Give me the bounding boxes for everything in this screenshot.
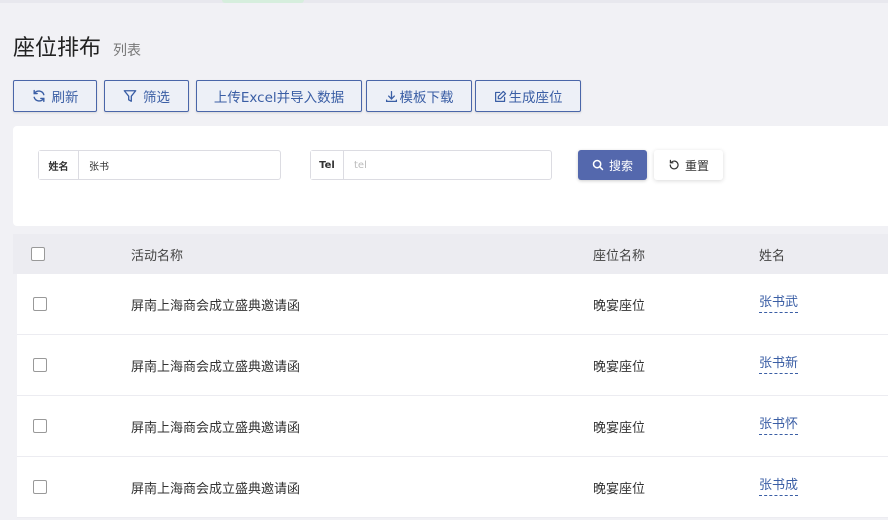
row-seat: 晚宴座位 [593, 298, 646, 314]
search-button-label: 搜索 [608, 158, 633, 173]
refresh-icon [32, 89, 45, 103]
row-checkbox-cell [33, 396, 47, 456]
row-activity: 屏南上海商会成立盛典邀请函 [131, 481, 301, 497]
row-seat: 晚宴座位 [593, 481, 646, 497]
reset-icon [669, 159, 679, 170]
seat-table: 活动名称 座位名称 姓名 屏南上海商会成立盛典邀请函 晚宴座位 张书武 屏南上海… [13, 234, 888, 518]
row-checkbox[interactable] [33, 419, 47, 433]
row-checkbox-cell [33, 274, 47, 334]
header-name: 姓名 [759, 248, 786, 264]
row-seat: 晚宴座位 [593, 359, 646, 375]
table-row: 屏南上海商会成立盛典邀请函 晚宴座位 张书怀 [17, 396, 888, 457]
tel-field-label: Tel [311, 151, 344, 179]
page-header: 座位排布 列表 [13, 30, 141, 62]
template-download-button-label: 模板下载 [399, 90, 454, 106]
select-all-checkbox[interactable] [31, 247, 45, 261]
filter-button-label: 筛选 [143, 90, 170, 106]
reset-button-label: 重置 [684, 158, 709, 173]
table-row: 屏南上海商会成立盛典邀请函 晚宴座位 张书成 [17, 457, 888, 518]
refresh-button[interactable]: 刷新 [13, 80, 97, 112]
template-download-button[interactable]: 模板下载 [366, 80, 472, 112]
search-button[interactable]: 搜索 [578, 150, 647, 180]
table-row: 屏南上海商会成立盛典邀请函 晚宴座位 张书新 [17, 335, 888, 396]
filter-icon [123, 90, 137, 102]
row-activity: 屏南上海商会成立盛典邀请函 [131, 359, 301, 375]
generate-seat-button[interactable]: 生成座位 [475, 80, 581, 112]
row-name-cell: 张书怀 [759, 396, 799, 456]
page-subtitle: 列表 [113, 43, 142, 59]
name-field-label: 姓名 [39, 151, 79, 179]
row-name-link[interactable]: 张书武 [759, 295, 799, 313]
search-panel: 姓名 Tel 搜索 重置 [13, 126, 888, 226]
table-header: 活动名称 座位名称 姓名 [13, 234, 888, 274]
row-name-cell: 张书成 [759, 457, 799, 517]
row-name-cell: 张书武 [759, 274, 799, 334]
page-title: 座位排布 [13, 36, 102, 61]
row-name-cell: 张书新 [759, 335, 799, 395]
name-input[interactable] [79, 151, 280, 179]
row-seat: 晚宴座位 [593, 420, 646, 436]
table-row: 屏南上海商会成立盛典邀请函 晚宴座位 张书武 [17, 274, 888, 335]
row-checkbox-cell [33, 335, 47, 395]
edit-icon [494, 90, 506, 102]
header-checkbox-cell [31, 234, 45, 274]
row-name-link[interactable]: 张书怀 [759, 417, 799, 435]
refresh-button-label: 刷新 [51, 90, 79, 106]
row-activity: 屏南上海商会成立盛典邀请函 [131, 298, 301, 314]
tel-input[interactable] [344, 151, 551, 179]
row-name-link[interactable]: 张书新 [759, 356, 799, 374]
name-field: 姓名 [38, 150, 281, 180]
header-activity: 活动名称 [131, 248, 184, 264]
row-checkbox[interactable] [33, 480, 47, 494]
row-activity: 屏南上海商会成立盛典邀请函 [131, 420, 301, 436]
search-icon [592, 159, 604, 171]
filter-button[interactable]: 筛选 [104, 80, 189, 112]
top-strip [0, 0, 888, 3]
row-name-link[interactable]: 张书成 [759, 478, 799, 496]
generate-seat-button-label: 生成座位 [508, 90, 563, 106]
row-checkbox[interactable] [33, 358, 47, 372]
row-checkbox-cell [33, 457, 47, 517]
header-seat: 座位名称 [593, 248, 646, 264]
tel-field: Tel [310, 150, 552, 180]
download-icon [385, 90, 397, 102]
row-checkbox[interactable] [33, 297, 47, 311]
upload-excel-button-label: 上传Excel并导入数据 [213, 90, 345, 106]
upload-excel-button[interactable]: 上传Excel并导入数据 [196, 80, 362, 112]
top-accent [222, 0, 304, 3]
reset-button[interactable]: 重置 [654, 150, 723, 180]
